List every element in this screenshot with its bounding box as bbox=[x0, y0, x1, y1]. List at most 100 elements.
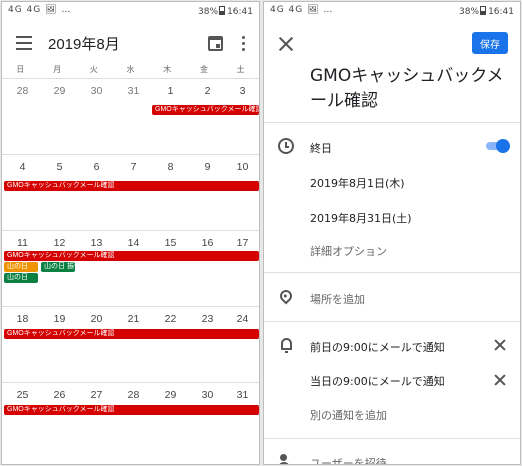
notification-item[interactable]: 当日の9:00にメールで通知 bbox=[310, 373, 445, 389]
clock-icon bbox=[278, 138, 294, 154]
weekday-label: 木 bbox=[163, 65, 172, 74]
clock-time: 16:41 bbox=[488, 7, 514, 17]
add-notification-link[interactable]: 別の通知を追加 bbox=[310, 407, 387, 423]
status-bar: 4G 4G 🖼 … 38% 16:41 bbox=[2, 2, 259, 22]
event-chip[interactable]: GMOキャッシュバックメール確認 bbox=[4, 251, 259, 261]
day-cell[interactable]: 30 bbox=[78, 85, 115, 97]
event-editor-screen: 4G 4G 🖼 … 38% 16:41 保存 GMOキャッシュバックメール確認 終… bbox=[263, 1, 521, 465]
battery-percent: 38% bbox=[198, 7, 219, 17]
weekday-label: 月 bbox=[53, 65, 62, 74]
add-location-field[interactable]: 場所を追加 bbox=[310, 291, 365, 307]
status-right: 38% 16:41 bbox=[198, 6, 253, 17]
battery-icon bbox=[219, 6, 226, 15]
day-cell[interactable]: 23 bbox=[189, 313, 226, 325]
day-cell[interactable]: 31 bbox=[224, 389, 259, 401]
close-icon[interactable] bbox=[278, 36, 294, 52]
event-chip[interactable]: GMOキャッシュバックメール確認 bbox=[4, 329, 259, 339]
day-cell[interactable]: 2 bbox=[189, 85, 226, 97]
calendar-today-icon[interactable] bbox=[208, 36, 223, 51]
day-cell[interactable]: 29 bbox=[152, 389, 189, 401]
day-cell[interactable]: 28 bbox=[4, 85, 41, 97]
day-cell[interactable]: 9 bbox=[189, 161, 226, 173]
day-cell[interactable]: 14 bbox=[115, 237, 152, 249]
menu-icon[interactable] bbox=[16, 36, 32, 50]
signal-indicators: 4G 4G 🖼 … bbox=[8, 5, 72, 15]
day-cell[interactable]: 12 bbox=[41, 237, 78, 249]
all-day-label: 終日 bbox=[310, 142, 332, 155]
status-right: 38% 16:41 bbox=[459, 6, 514, 17]
day-cell[interactable]: 21 bbox=[115, 313, 152, 325]
divider bbox=[264, 272, 520, 273]
day-cell[interactable]: 8 bbox=[152, 161, 189, 173]
day-cell[interactable]: 30 bbox=[189, 389, 226, 401]
event-chip[interactable]: GMOキャッシュバックメール確認 bbox=[4, 181, 259, 191]
weekday-label: 日 bbox=[16, 65, 25, 74]
divider bbox=[264, 438, 520, 439]
month-title[interactable]: 2019年8月 bbox=[48, 33, 120, 54]
day-cell[interactable]: 31 bbox=[115, 85, 152, 97]
week-row[interactable]: 25 26 27 28 29 30 31 GMOキャッシュバックメール確認 bbox=[2, 382, 259, 458]
toggle-knob bbox=[496, 139, 510, 153]
bell-icon bbox=[281, 338, 292, 353]
battery-percent: 38% bbox=[459, 7, 480, 17]
day-cell[interactable]: 16 bbox=[189, 237, 226, 249]
divider bbox=[264, 122, 520, 123]
day-cell[interactable]: 25 bbox=[4, 389, 41, 401]
holiday-chip[interactable]: 山の日 bbox=[4, 262, 38, 272]
weekday-header: 日 月 火 水 木 金 土 bbox=[2, 64, 259, 76]
holiday-chip[interactable]: 山の日 bbox=[4, 273, 38, 283]
day-cell[interactable]: 26 bbox=[41, 389, 78, 401]
weekday-label: 火 bbox=[89, 65, 98, 74]
holiday-chip[interactable]: 山の日 振替 bbox=[41, 262, 75, 272]
clock-time: 16:41 bbox=[227, 7, 253, 17]
day-cell[interactable]: 5 bbox=[41, 161, 78, 173]
remove-notification-icon[interactable] bbox=[494, 339, 506, 351]
event-title[interactable]: GMOキャッシュバックメール確認 bbox=[310, 64, 510, 114]
weekday-label: 水 bbox=[126, 65, 135, 74]
day-cell[interactable]: 29 bbox=[41, 85, 78, 97]
day-cell[interactable]: 22 bbox=[152, 313, 189, 325]
save-button[interactable]: 保存 bbox=[472, 32, 508, 54]
week-row[interactable]: 18 19 20 21 22 23 24 GMOキャッシュバックメール確認 bbox=[2, 306, 259, 382]
day-cell[interactable]: 3 bbox=[224, 85, 259, 97]
notification-item[interactable]: 前日の9:00にメールで通知 bbox=[310, 339, 445, 355]
status-bar: 4G 4G 🖼 … 38% 16:41 bbox=[264, 2, 520, 22]
day-cell[interactable]: 20 bbox=[78, 313, 115, 325]
week-row[interactable]: 11 12 13 14 15 16 17 GMOキャッシュバックメール確認 山の… bbox=[2, 230, 259, 306]
more-vert-icon[interactable] bbox=[242, 36, 246, 52]
calendar-header: 2019年8月 bbox=[2, 26, 259, 62]
day-cell[interactable]: 7 bbox=[115, 161, 152, 173]
end-date[interactable]: 2019年8月31日(土) bbox=[310, 210, 412, 226]
month-grid: 28 29 30 31 1 2 3 GMOキャッシュバックメール確認 4 5 6… bbox=[2, 78, 259, 458]
event-chip[interactable]: GMOキャッシュバックメール確認 bbox=[4, 405, 259, 415]
week-row[interactable]: 28 29 30 31 1 2 3 GMOキャッシュバックメール確認 bbox=[2, 78, 259, 154]
day-cell[interactable]: 6 bbox=[78, 161, 115, 173]
location-pin-icon bbox=[277, 287, 295, 305]
calendar-screen: 4G 4G 🖼 … 38% 16:41 2019年8月 日 月 火 水 木 金 土… bbox=[1, 1, 260, 465]
day-cell[interactable]: 11 bbox=[4, 237, 41, 249]
start-date[interactable]: 2019年8月1日(木) bbox=[310, 175, 405, 191]
weekday-label: 金 bbox=[199, 65, 208, 74]
day-cell[interactable]: 19 bbox=[41, 313, 78, 325]
day-cell[interactable]: 24 bbox=[224, 313, 259, 325]
remove-notification-icon[interactable] bbox=[494, 374, 506, 386]
weekday-label: 土 bbox=[236, 65, 245, 74]
all-day-toggle[interactable] bbox=[486, 139, 510, 153]
day-cell[interactable]: 27 bbox=[78, 389, 115, 401]
divider bbox=[264, 321, 520, 322]
day-cell[interactable]: 4 bbox=[4, 161, 41, 173]
day-cell[interactable]: 15 bbox=[152, 237, 189, 249]
day-cell[interactable]: 1 bbox=[152, 85, 189, 97]
day-cell[interactable]: 28 bbox=[115, 389, 152, 401]
signal-indicators: 4G 4G 🖼 … bbox=[270, 5, 334, 15]
day-cell[interactable]: 18 bbox=[4, 313, 41, 325]
day-cell[interactable]: 10 bbox=[224, 161, 259, 173]
people-icon bbox=[278, 454, 294, 464]
day-cell[interactable]: 17 bbox=[224, 237, 259, 249]
more-options-link[interactable]: 詳細オプション bbox=[310, 243, 387, 259]
event-chip[interactable]: GMOキャッシュバックメール確認 bbox=[152, 105, 259, 115]
week-row[interactable]: 4 5 6 7 8 9 10 GMOキャッシュバックメール確認 bbox=[2, 154, 259, 230]
battery-icon bbox=[480, 6, 487, 15]
day-cell[interactable]: 13 bbox=[78, 237, 115, 249]
invite-users-field[interactable]: ユーザーを招待 bbox=[310, 455, 387, 464]
